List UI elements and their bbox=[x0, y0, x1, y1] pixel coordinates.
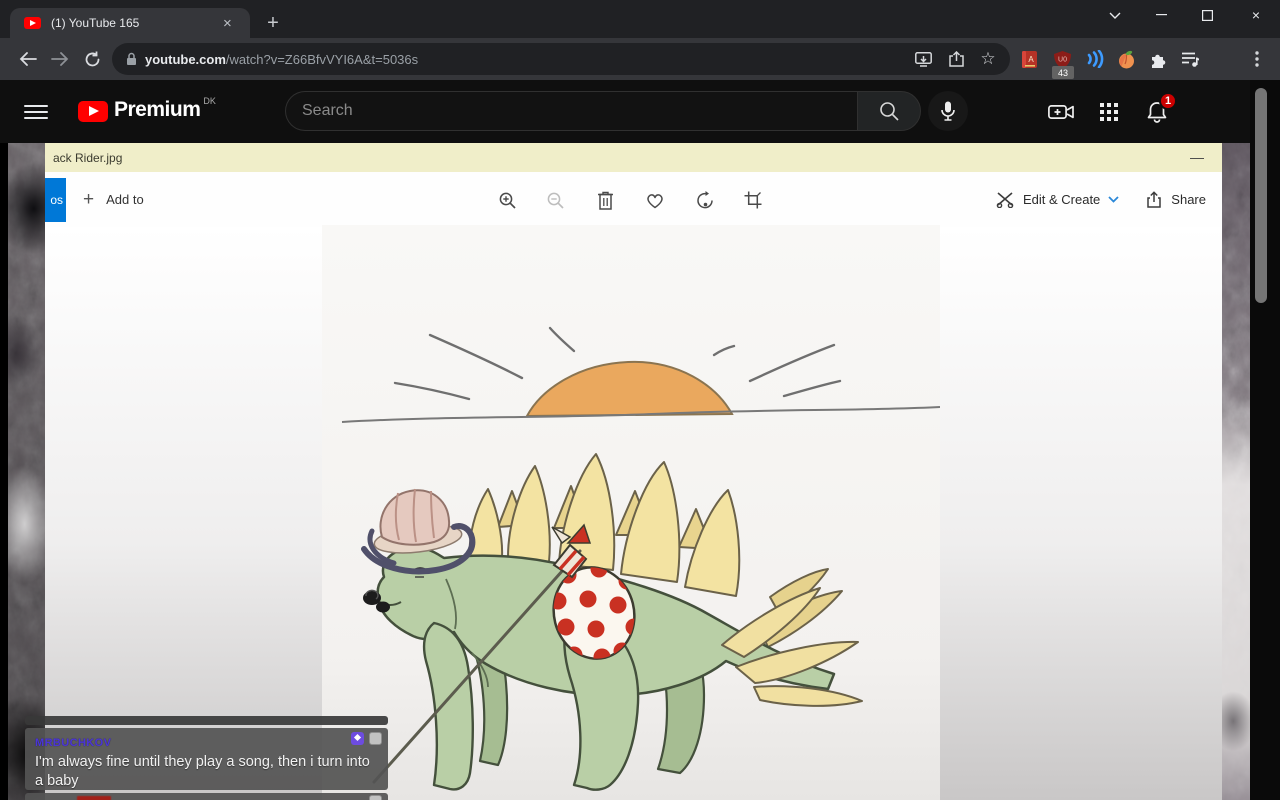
photos-toolbar: os + Add to bbox=[45, 172, 1222, 227]
tab-title: (1) YouTube 165 bbox=[51, 16, 221, 30]
browser-menu-icon[interactable] bbox=[1243, 45, 1271, 73]
url-bar[interactable]: youtube.com/watch?v=Z66BfvVYI6A&t=5036s … bbox=[112, 43, 1010, 75]
crop-icon[interactable] bbox=[738, 185, 768, 215]
chat-message-previous bbox=[25, 716, 388, 725]
photos-toolbar-right: Edit & Create Share bbox=[996, 172, 1222, 227]
share-photos-icon bbox=[1145, 191, 1163, 208]
forward-button[interactable] bbox=[46, 45, 74, 73]
window-close-button[interactable]: × bbox=[1232, 0, 1280, 30]
share-button[interactable]: Share bbox=[1145, 191, 1206, 208]
chat-member-badge-icon bbox=[351, 732, 364, 745]
share-label: Share bbox=[1171, 192, 1206, 207]
youtube-premium-logo[interactable]: Premium DK bbox=[78, 98, 216, 122]
window-titlebar: (1) YouTube 165 × + × bbox=[0, 0, 1280, 38]
back-button[interactable] bbox=[14, 45, 42, 73]
svg-text:U0: U0 bbox=[1058, 56, 1067, 63]
add-to-label: Add to bbox=[106, 192, 144, 207]
see-all-photos-button[interactable]: os bbox=[45, 178, 66, 222]
add-to-button[interactable]: + Add to bbox=[83, 172, 144, 227]
search-button[interactable] bbox=[857, 91, 921, 131]
new-tab-button[interactable]: + bbox=[258, 8, 288, 38]
chat-username: MRBUCHKOV bbox=[35, 737, 111, 749]
menu-hamburger-icon[interactable] bbox=[24, 100, 48, 124]
ublock-badge: 43 bbox=[1052, 66, 1074, 79]
microphone-icon bbox=[941, 101, 955, 121]
edit-create-button[interactable]: Edit & Create bbox=[996, 191, 1119, 208]
photos-titlebar: ack Rider.jpg — bbox=[45, 143, 1222, 172]
edit-create-label: Edit & Create bbox=[1023, 192, 1100, 207]
chat-message-next bbox=[25, 793, 388, 800]
browser-window: (1) YouTube 165 × + × bbox=[0, 0, 1280, 800]
url-domain: youtube.com bbox=[145, 52, 226, 67]
chevron-down-icon bbox=[1108, 196, 1119, 203]
logo-region: DK bbox=[203, 96, 216, 106]
voice-search-button[interactable] bbox=[928, 91, 968, 131]
photos-content bbox=[45, 227, 1222, 800]
chat-next-username bbox=[77, 796, 111, 800]
browser-toolbar: youtube.com/watch?v=Z66BfvVYI6A&t=5036s … bbox=[0, 38, 1280, 80]
video-right-texture-shade bbox=[1222, 143, 1250, 800]
page-scrollbar-thumb[interactable] bbox=[1255, 88, 1267, 303]
edit-create-icon bbox=[996, 191, 1015, 208]
notification-count-badge: 1 bbox=[1159, 92, 1177, 110]
url-path: /watch?v=Z66BfvVYI6A&t=5036s bbox=[226, 52, 418, 67]
extension-music-queue-icon[interactable] bbox=[1177, 46, 1203, 72]
extension-red-book-icon[interactable]: A bbox=[1016, 46, 1042, 72]
search-input[interactable] bbox=[302, 102, 822, 120]
zoom-in-icon[interactable] bbox=[492, 185, 522, 215]
logo-text: Premium bbox=[114, 98, 200, 122]
chat-message: MRBUCHKOV I'm always fine until they pla… bbox=[25, 728, 388, 790]
chat-emoji-badge-icon bbox=[369, 732, 382, 745]
video-player[interactable]: ack Rider.jpg — os + Add to bbox=[0, 143, 1280, 800]
search-box[interactable] bbox=[285, 91, 857, 131]
delete-icon[interactable] bbox=[590, 185, 620, 215]
extension-soundwave-icon[interactable] bbox=[1082, 46, 1108, 72]
search-icon bbox=[879, 101, 899, 121]
youtube-masthead: Premium DK 1 bbox=[0, 80, 1280, 143]
tab-close-icon[interactable]: × bbox=[223, 15, 232, 32]
extensions-puzzle-icon[interactable] bbox=[1144, 46, 1170, 72]
youtube-play-icon bbox=[78, 101, 108, 122]
photos-app-window: ack Rider.jpg — os + Add to bbox=[45, 143, 1222, 800]
window-chevron-icon[interactable] bbox=[1094, 0, 1136, 30]
extension-peach-icon[interactable] bbox=[1113, 46, 1139, 72]
plus-icon: + bbox=[83, 189, 94, 211]
window-minimize-button[interactable] bbox=[1140, 0, 1182, 30]
window-maximize-button[interactable] bbox=[1186, 0, 1228, 30]
photos-minimize-icon: — bbox=[1190, 149, 1204, 165]
favorite-heart-icon[interactable] bbox=[640, 185, 670, 215]
svg-text:A: A bbox=[1028, 55, 1034, 64]
chat-message-text: I'm always fine until they play a song, … bbox=[35, 753, 378, 791]
install-app-icon[interactable] bbox=[911, 47, 935, 71]
youtube-favicon-icon bbox=[24, 17, 41, 29]
photo-dinosaur-drawing bbox=[322, 225, 940, 800]
url-text: youtube.com/watch?v=Z66BfvVYI6A&t=5036s bbox=[145, 52, 418, 67]
share-icon[interactable] bbox=[944, 47, 968, 71]
rotate-icon[interactable] bbox=[690, 185, 720, 215]
chat-next-badge-icon bbox=[369, 795, 382, 800]
reload-button[interactable] bbox=[78, 45, 106, 73]
bookmark-star-icon[interactable]: ☆ bbox=[976, 47, 1000, 71]
see-all-photos-partial-label: os bbox=[50, 193, 63, 207]
apps-grid-icon[interactable] bbox=[1096, 99, 1122, 125]
zoom-out-icon bbox=[540, 185, 570, 215]
photos-window-title: ack Rider.jpg bbox=[53, 151, 122, 165]
lock-icon bbox=[126, 52, 137, 66]
create-video-icon[interactable] bbox=[1048, 99, 1074, 125]
browser-tab[interactable]: (1) YouTube 165 × bbox=[10, 8, 250, 38]
video-left-texture-shade bbox=[8, 143, 45, 800]
